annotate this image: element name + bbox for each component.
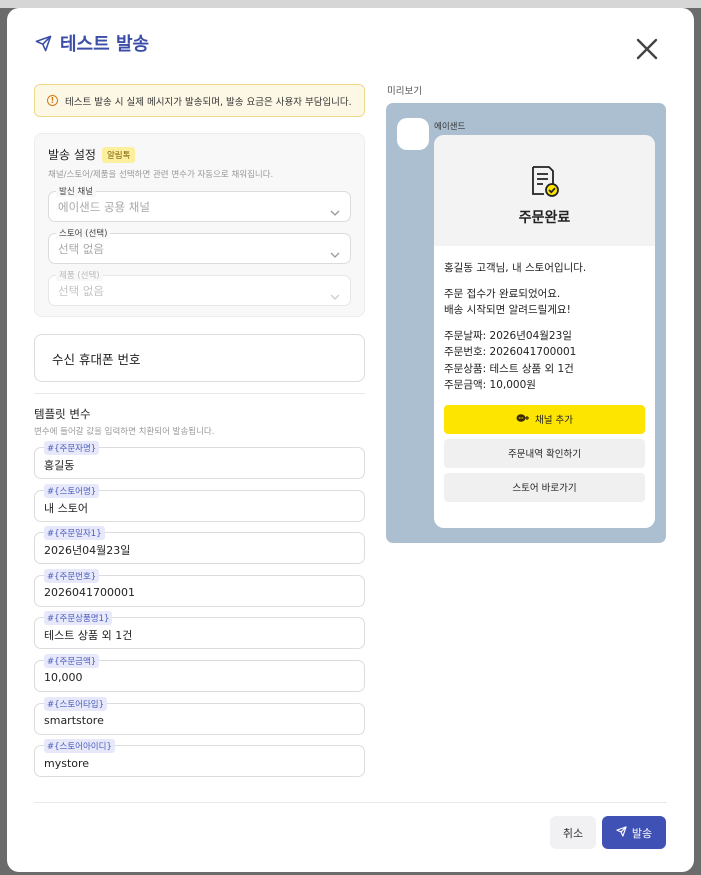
order-detail-button[interactable]: 주문내역 확인하기 — [444, 438, 645, 468]
var-value: smartstore — [44, 714, 104, 728]
message-preview: 에이샌드 주문완료 홍길동 고객님, 내 스토어입니다. 주문 접수가 완료되었… — [386, 103, 666, 543]
modal-header: 테스트 발송 — [35, 30, 149, 56]
warning-notice: ! 테스트 발송 시 실제 메시지가 발송되며, 발송 요금은 사용자 부담입니… — [34, 84, 365, 117]
settings-title: 발송 설정 — [48, 148, 96, 162]
var-key: #{주문금액} — [44, 653, 100, 668]
go-store-button[interactable]: 스토어 바로가기 — [444, 472, 645, 502]
var-key: #{스토어타입} — [44, 696, 108, 711]
var-key: #{주문상품명1} — [44, 611, 113, 626]
msg-line: 주문날짜: 2026년04월23일 — [444, 329, 572, 342]
document-check-icon — [526, 163, 562, 203]
template-vars-title: 템플릿 변수 — [34, 407, 91, 421]
close-icon[interactable] — [634, 36, 660, 62]
var-input-store-type[interactable]: #{스토어타입} smartstore — [34, 696, 365, 735]
msg-line: 주문번호: 2026041700001 — [444, 346, 577, 358]
var-key: #{스토어아이디} — [44, 739, 115, 754]
add-channel-button[interactable]: 채널 추가 — [444, 404, 645, 434]
modal-title: 테스트 발송 — [60, 34, 150, 55]
field-label: 제품 (선택) — [56, 269, 103, 281]
bubble-header: 주문완료 — [434, 135, 655, 246]
test-send-modal: 테스트 발송 ! 테스트 발송 시 실제 메시지가 발송되며, 발송 요금은 사… — [7, 8, 694, 872]
var-key: #{스토어명} — [44, 483, 100, 498]
var-value: 2026041700001 — [44, 586, 135, 600]
product-select[interactable]: 제품 (선택) 선택 없음 — [48, 269, 351, 306]
field-value: 선택 없음 — [58, 283, 104, 298]
preview-label: 미리보기 — [387, 86, 422, 97]
var-value: 내 스토어 — [44, 501, 88, 515]
chevron-down-icon — [330, 202, 340, 221]
chevron-down-icon — [330, 244, 340, 263]
footer-divider — [34, 802, 667, 803]
msg-line: 주문금액: 10,000원 — [444, 379, 536, 391]
msg-line: 주문상품: 테스트 상품 외 1건 — [444, 362, 574, 375]
send-button[interactable]: 발송 — [602, 816, 666, 849]
var-value: 홍길동 — [44, 459, 75, 472]
template-vars-list: #{주문자명} 홍길동 #{스토어명} 내 스토어 #{주문일자1} 2026년04월… — [34, 441, 365, 778]
msg-line: 주문 접수가 완료되었어요. — [444, 287, 561, 300]
bubble-body: 홍길동 고객님, 내 스토어입니다. 주문 접수가 완료되었어요. 배송 시작되… — [434, 246, 655, 394]
sender-channel-select[interactable]: 발신 채널 에이샌드 공용 채널 — [48, 185, 351, 222]
store-select[interactable]: 스토어 (선택) 선택 없음 — [48, 227, 351, 264]
notice-text: 테스트 발송 시 실제 메시지가 발송되며, 발송 요금은 사용자 부담입니다. — [65, 96, 352, 108]
field-value: 에이샌드 공용 채널 — [58, 199, 150, 214]
var-input-order-date[interactable]: #{주문일자1} 2026년04월23일 — [34, 526, 365, 565]
template-vars-desc: 변수에 들어갈 값을 입력하면 치환되어 발송됩니다. — [34, 427, 215, 437]
var-value: 2026년04월23일 — [44, 544, 131, 558]
var-input-store-id[interactable]: #{스토어아이디} mystore — [34, 739, 365, 778]
field-label: 스토어 (선택) — [56, 227, 111, 239]
var-value: mystore — [44, 756, 90, 770]
chevron-down-icon — [330, 286, 340, 305]
bubble-title: 주문완료 — [518, 210, 571, 226]
send-settings-panel: 발송 설정 알림톡 채널/스토어/제품을 선택하면 관련 변수가 자동으로 채워… — [34, 133, 365, 317]
send-icon — [35, 35, 52, 52]
var-key: #{주문번호} — [44, 568, 100, 583]
message-bubble: 주문완료 홍길동 고객님, 내 스토어입니다. 주문 접수가 완료되었어요. 배… — [434, 135, 655, 528]
field-label: 발신 채널 — [56, 185, 96, 197]
alimtalk-badge: 알림톡 — [101, 146, 136, 163]
backdrop-strip — [0, 0, 701, 8]
avatar — [397, 118, 429, 150]
preview-sender: 에이샌드 — [434, 122, 466, 132]
recipient-phone-input[interactable]: 수신 휴대폰 번호 — [34, 334, 365, 382]
var-input-order-number[interactable]: #{주문번호} 2026041700001 — [34, 568, 365, 607]
divider — [34, 393, 365, 394]
var-input-orderer-name[interactable]: #{주문자명} 홍길동 — [34, 441, 365, 479]
var-key: #{주문자명} — [44, 441, 100, 455]
msg-line: 배송 시작되면 알려드릴게요! — [444, 304, 571, 316]
form-column: ! 테스트 발송 시 실제 메시지가 발송되며, 발송 요금은 사용자 부담입니… — [34, 84, 365, 788]
var-value: 10,000 — [44, 671, 83, 685]
info-icon: ! — [47, 95, 58, 106]
var-input-store-name[interactable]: #{스토어명} 내 스토어 — [34, 483, 365, 522]
send-button-label: 발송 — [631, 826, 653, 840]
var-key: #{주문일자1} — [44, 526, 105, 541]
var-input-product-name[interactable]: #{주문상품명1} 테스트 상품 외 1건 — [34, 611, 365, 650]
send-icon — [616, 825, 627, 840]
add-channel-label: 채널 추가 — [535, 415, 573, 426]
var-value: 테스트 상품 외 1건 — [44, 629, 133, 643]
var-input-order-amount[interactable]: #{주문금액} 10,000 — [34, 653, 365, 692]
msg-line: 홍길동 고객님, 내 스토어입니다. — [444, 262, 587, 274]
cancel-button[interactable]: 취소 — [550, 816, 596, 849]
field-value: 선택 없음 — [58, 241, 104, 256]
settings-desc: 채널/스토어/제품을 선택하면 관련 변수가 자동으로 채워집니다. — [48, 170, 274, 180]
chat-plus-icon — [516, 413, 530, 426]
